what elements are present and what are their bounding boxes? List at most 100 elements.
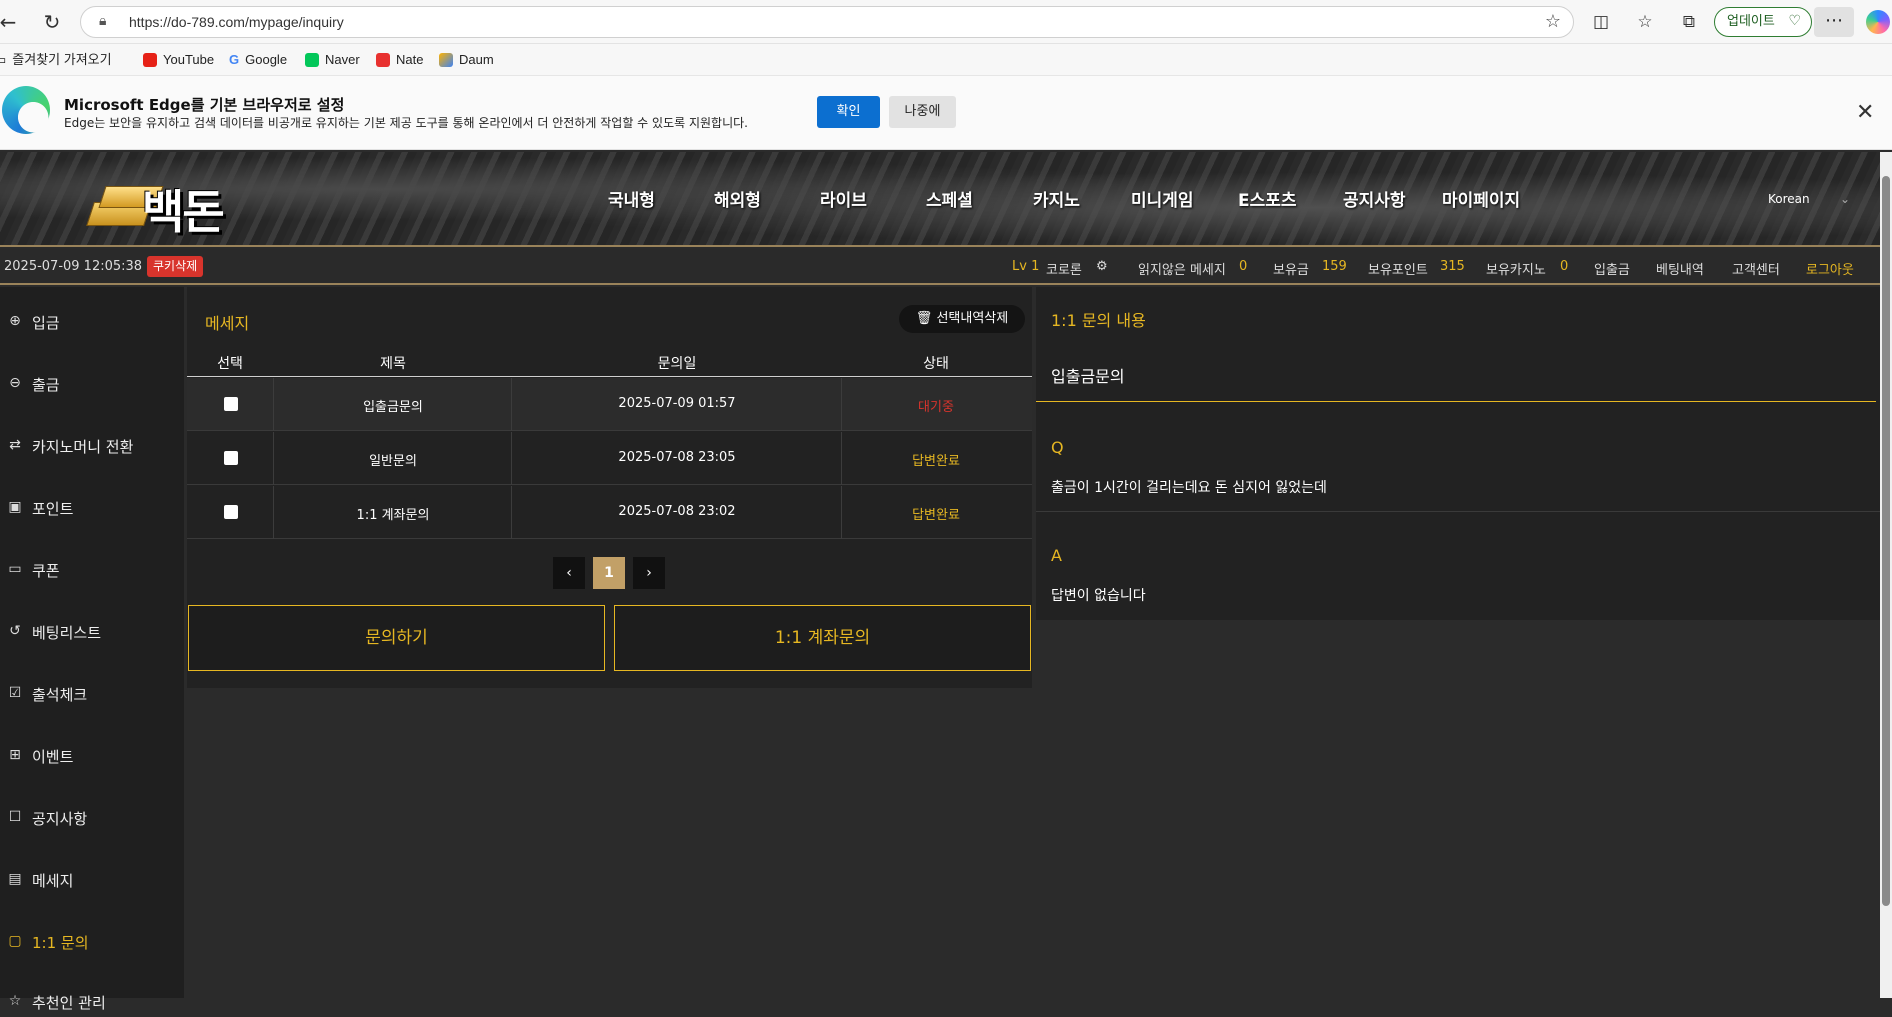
- column-status: 상태: [923, 356, 949, 372]
- naver-icon: [305, 53, 319, 67]
- unread-count: 0: [1239, 259, 1248, 274]
- sidebar-item-casino-exchange[interactable]: ⇄ 카지노머니 전환: [0, 431, 184, 461]
- trash-icon: 🗑︎: [915, 311, 933, 326]
- sidebar-item-bet-list[interactable]: ↺ 베팅리스트: [0, 617, 184, 647]
- sidebar-item-label: 카지노머니 전환: [32, 438, 134, 456]
- row-checkbox[interactable]: [224, 451, 238, 465]
- address-bar[interactable]: 🔒︎ https://do-789.com/mypage/inquiry ☆: [80, 6, 1574, 38]
- prev-page-icon[interactable]: ‹: [553, 557, 585, 589]
- sidebar-item-attendance[interactable]: ☑ 출석체크: [0, 679, 184, 709]
- nav-mypage[interactable]: 마이페이지: [1442, 186, 1520, 211]
- detail-subject: 입출금문의: [1051, 367, 1125, 386]
- row-title[interactable]: 1:1 계좌문의: [357, 504, 430, 523]
- bookmark-daum[interactable]: Daum: [439, 51, 494, 69]
- close-icon[interactable]: ✕: [1856, 100, 1874, 125]
- row-checkbox[interactable]: [224, 397, 238, 411]
- sidebar-item-event[interactable]: ⊞ 이벤트: [0, 741, 184, 771]
- mypage-sidebar: ⊕ 입금 ⊖ 출금 ⇄ 카지노머니 전환 ▣ 포인트 ▭ 쿠폰 ↺ 베팅리스트 ☑ 출석체크 …: [0, 287, 184, 1012]
- calendar-check-icon: ☑: [8, 685, 22, 701]
- unread-label[interactable]: 읽지않은 메세지: [1138, 259, 1226, 278]
- column-divider: [841, 378, 842, 431]
- new-inquiry-button[interactable]: 문의하기: [188, 605, 605, 671]
- inquiry-detail-panel: 1:1 문의 내용 입출금문의 Q 출금이 1시간이 걸리는데요 돈 심지어 잃…: [1036, 287, 1880, 620]
- nav-minigame[interactable]: 미니게임: [1131, 186, 1194, 211]
- delete-selected-label: 선택내역삭제: [936, 311, 1009, 326]
- nav-notice[interactable]: 공지사항: [1343, 186, 1406, 211]
- table-row[interactable]: 일반문의 2025-07-08 23:05 답변완료: [187, 432, 1032, 485]
- column-divider: [511, 432, 512, 485]
- deposit-link[interactable]: 입출금: [1594, 259, 1630, 278]
- favorite-star-icon[interactable]: ☆: [1545, 11, 1561, 32]
- sidebar-item-inquiry[interactable]: ▢ 1:1 문의: [0, 927, 184, 957]
- clear-cookie-button[interactable]: 쿠키삭제: [147, 256, 204, 277]
- row-title[interactable]: 입출금문의: [363, 396, 423, 415]
- nav-esports[interactable]: E스포츠: [1238, 186, 1297, 211]
- inquiry-list-panel: 메세지 🗑︎ 선택내역삭제 선택 제목 문의일 상태 입출금문의 2025-07…: [187, 287, 1032, 688]
- url-text[interactable]: https://do-789.com/mypage/inquiry: [129, 14, 344, 30]
- nav-casino[interactable]: 카지노: [1033, 186, 1080, 211]
- page-current[interactable]: 1: [593, 557, 625, 589]
- row-date: 2025-07-08 23:02: [618, 504, 736, 519]
- account-inquiry-button[interactable]: 1:1 계좌문의: [614, 605, 1031, 671]
- nav-live[interactable]: 라이브: [820, 186, 867, 211]
- support-link[interactable]: 고객센터: [1732, 259, 1780, 278]
- browser-toolbar: ← ↻ 🔒︎ https://do-789.com/mypage/inquiry…: [0, 0, 1892, 44]
- settings-gear-icon[interactable]: ⚙: [1096, 259, 1108, 274]
- row-status: 대기중: [918, 400, 954, 415]
- site-logo[interactable]: 백돈: [86, 176, 250, 239]
- bet-history-link[interactable]: 베팅내역: [1656, 259, 1704, 278]
- sidebar-item-coupon[interactable]: ▭ 쿠폰: [0, 555, 184, 585]
- heart-icon: ♡: [1788, 13, 1801, 29]
- answer-label: A: [1051, 546, 1062, 565]
- sidebar-item-referral[interactable]: ☆ 추천인 관리: [0, 987, 184, 1017]
- bookmark-naver[interactable]: Naver: [305, 51, 360, 69]
- chevron-down-icon: ⌄: [1840, 192, 1851, 206]
- update-button[interactable]: 업데이트 ♡: [1714, 7, 1812, 37]
- confirm-button[interactable]: 확인: [817, 96, 880, 128]
- sidebar-item-notice[interactable]: ☐ 공지사항: [0, 803, 184, 833]
- withdraw-icon: ⊖: [9, 375, 21, 391]
- bookmark-nate[interactable]: Nate: [376, 51, 423, 69]
- update-label: 업데이트: [1727, 14, 1775, 29]
- delete-selected-button[interactable]: 🗑︎ 선택내역삭제: [899, 305, 1025, 333]
- sidebar-item-withdraw[interactable]: ⊖ 출금: [0, 369, 184, 399]
- row-checkbox[interactable]: [224, 505, 238, 519]
- bookmark-label: Nate: [396, 52, 424, 67]
- logout-link[interactable]: 로그아웃: [1806, 259, 1854, 278]
- table-row[interactable]: 입출금문의 2025-07-09 01:57 대기중: [187, 378, 1032, 431]
- collections-icon[interactable]: ⧉: [1676, 9, 1702, 35]
- sidebar-item-message[interactable]: ▤ 메세지: [0, 865, 184, 895]
- split-screen-icon[interactable]: ◫: [1588, 9, 1614, 35]
- sidebar-item-deposit[interactable]: ⊕ 입금: [0, 307, 184, 337]
- column-divider: [273, 486, 274, 539]
- copilot-icon[interactable]: [1866, 10, 1890, 34]
- language-label: Korean: [1768, 192, 1810, 206]
- row-date: 2025-07-08 23:05: [618, 450, 736, 465]
- referral-icon: ☆: [8, 993, 22, 1009]
- divider: [1036, 511, 1880, 512]
- scrollbar-thumb[interactable]: [1882, 176, 1890, 906]
- nav-domestic[interactable]: 국내형: [608, 186, 655, 211]
- bookmark-import[interactable]: ▭ 즐겨찾기 가져오기: [0, 51, 112, 69]
- column-divider: [841, 432, 842, 485]
- language-select[interactable]: Korean ⌄: [1768, 192, 1850, 206]
- sidebar-item-point[interactable]: ▣ 포인트: [0, 493, 184, 523]
- user-status-bar: 2025-07-09 12:05:38 쿠키삭제 Lv 1 코로론 ⚙ 읽지않은…: [0, 249, 1880, 285]
- next-page-icon[interactable]: ›: [633, 557, 665, 589]
- nate-icon: [376, 53, 390, 67]
- later-button[interactable]: 나중에: [889, 96, 956, 128]
- more-menu-icon[interactable]: ⋯: [1814, 7, 1854, 37]
- nav-special[interactable]: 스페셜: [926, 186, 973, 211]
- bookmark-google[interactable]: G Google: [229, 51, 287, 69]
- bookmark-youtube[interactable]: YouTube: [143, 51, 214, 69]
- column-title: 제목: [380, 356, 406, 372]
- back-icon[interactable]: ←: [0, 10, 20, 34]
- deposit-icon: ⊕: [9, 313, 21, 329]
- nav-overseas[interactable]: 해외형: [714, 186, 761, 211]
- row-title[interactable]: 일반문의: [369, 450, 417, 469]
- user-level: Lv 1: [1012, 259, 1040, 274]
- refresh-icon[interactable]: ↻: [40, 10, 64, 34]
- table-row[interactable]: 1:1 계좌문의 2025-07-08 23:02 답변완료: [187, 486, 1032, 539]
- favorites-icon[interactable]: ☆: [1632, 9, 1658, 35]
- sidebar-item-label: 입금: [32, 314, 60, 332]
